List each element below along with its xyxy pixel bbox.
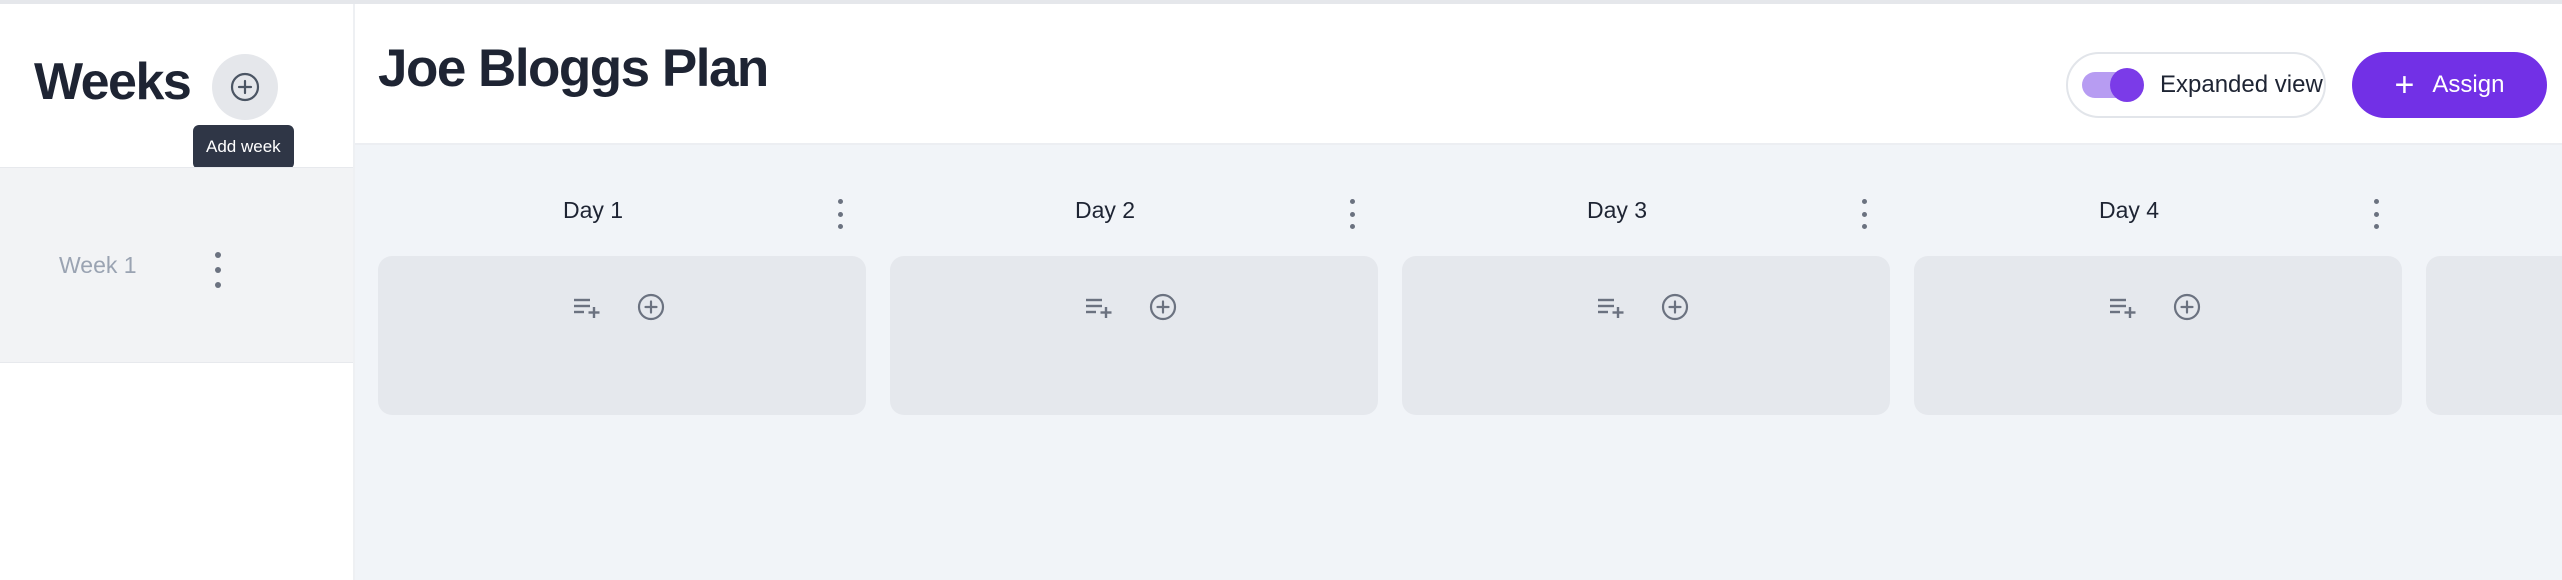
- week-label: Week 1: [59, 252, 137, 278]
- toggle-knob: [2110, 68, 2144, 102]
- day-menu-button[interactable]: [2366, 199, 2386, 229]
- day-card: [1914, 256, 2402, 415]
- add-list-button[interactable]: [572, 295, 602, 319]
- kebab-menu-icon: [2373, 199, 2379, 204]
- kebab-menu-icon: [1349, 199, 1355, 204]
- sidebar-item-week-1[interactable]: Week 1: [0, 167, 353, 363]
- week-menu-button[interactable]: [208, 252, 228, 288]
- add-item-button[interactable]: [1148, 292, 1178, 322]
- day-title: Day 2: [1074, 197, 1136, 223]
- kebab-dot: [2373, 224, 2379, 229]
- kebab-dot: [2373, 211, 2379, 217]
- weeks-sidebar: Weeks Add week Week 1: [0, 4, 355, 580]
- day-column: Day 1: [378, 145, 866, 580]
- day-card: [2426, 256, 2562, 415]
- kebab-dot: [1861, 224, 1867, 229]
- kebab-dot: [1861, 211, 1867, 217]
- day-column: Day 2: [890, 145, 1378, 580]
- page-title: Joe Bloggs Plan: [378, 39, 769, 98]
- kebab-menu-icon: [215, 252, 221, 258]
- plan-header: Joe Bloggs Plan Expanded view + Assign: [355, 4, 2562, 145]
- expanded-view-label: Expanded view: [2160, 71, 2323, 98]
- sidebar-title: Weeks: [34, 53, 192, 111]
- plus-circle-icon: [1661, 293, 1689, 321]
- kebab-dot: [1349, 224, 1355, 229]
- kebab-dot: [215, 282, 221, 288]
- plus-circle-icon: [230, 72, 260, 102]
- kebab-menu-icon: [837, 199, 843, 204]
- day-column: Day 3: [1402, 145, 1890, 580]
- day-title: Day 1: [562, 197, 624, 223]
- playlist-add-icon: [1086, 298, 1112, 318]
- playlist-add-icon: [574, 298, 600, 318]
- add-list-button[interactable]: [1084, 295, 1114, 319]
- kebab-dot: [1349, 211, 1355, 217]
- day-card: [378, 256, 866, 415]
- kebab-dot: [215, 267, 221, 273]
- kebab-menu-icon: [1861, 199, 1867, 204]
- assign-label: Assign: [2432, 71, 2505, 98]
- day-title: Day 3: [1586, 197, 1648, 223]
- add-list-button[interactable]: [1596, 295, 1626, 319]
- assign-button[interactable]: + Assign: [2352, 52, 2547, 118]
- add-list-button[interactable]: [2108, 295, 2138, 319]
- plan-main: Joe Bloggs Plan Expanded view + Assign D…: [355, 4, 2562, 580]
- toggle-switch[interactable]: [2082, 68, 2144, 102]
- add-item-button[interactable]: [2172, 292, 2202, 322]
- add-item-button[interactable]: [636, 292, 666, 322]
- day-card: [1402, 256, 1890, 415]
- day-menu-button[interactable]: [1342, 199, 1362, 229]
- playlist-add-icon: [2110, 298, 2136, 318]
- plus-circle-icon: [637, 293, 665, 321]
- expanded-view-toggle[interactable]: Expanded view: [2066, 52, 2326, 118]
- day-menu-button[interactable]: [1854, 199, 1874, 229]
- day-menu-button[interactable]: [830, 199, 850, 229]
- playlist-add-icon: [1598, 298, 1624, 318]
- kebab-dot: [837, 211, 843, 217]
- add-week-button[interactable]: [212, 54, 278, 120]
- kebab-dot: [837, 224, 843, 229]
- day-card: [890, 256, 1378, 415]
- plus-icon: +: [2394, 66, 2415, 104]
- add-item-button[interactable]: [1660, 292, 1690, 322]
- day-title: Day 4: [2098, 197, 2160, 223]
- day-column-partial: [2426, 145, 2562, 580]
- plus-circle-icon: [1149, 293, 1177, 321]
- plus-circle-icon: [2173, 293, 2201, 321]
- add-week-tooltip: Add week: [193, 125, 294, 169]
- days-board: Day 1 Day 2 Day 3 Day 4: [355, 145, 2562, 580]
- day-column: Day 4: [1914, 145, 2402, 580]
